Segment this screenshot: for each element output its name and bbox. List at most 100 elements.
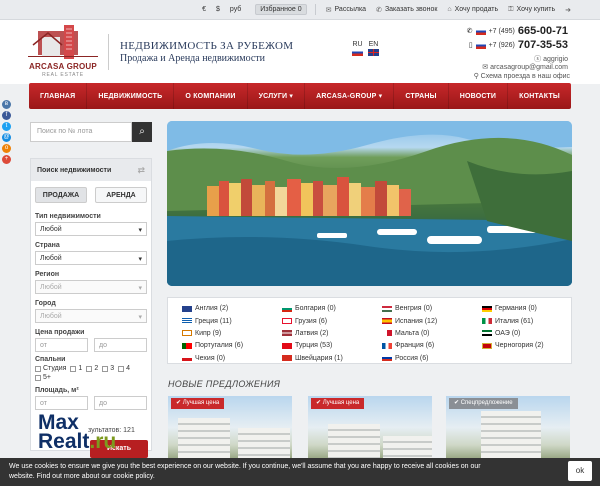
country-link[interactable]: Англия (2): [182, 304, 282, 313]
flag-icon: [482, 342, 492, 349]
country-link[interactable]: Греция (11): [182, 316, 282, 325]
room-1[interactable]: 1: [70, 365, 82, 372]
exchange-icon[interactable]: ⇄: [137, 165, 145, 176]
property-card[interactable]: ✔ Лучшая цена: [308, 396, 432, 466]
favorites-button[interactable]: Избранное 0: [255, 4, 307, 15]
country-link[interactable]: Чехия (0): [182, 354, 282, 363]
region-select[interactable]: Любой ▾: [35, 280, 147, 294]
social-share: в f t @ o +: [2, 100, 11, 166]
country-link[interactable]: Черногория (2): [482, 341, 572, 350]
phone-2[interactable]: ▯ +7 (926) 707-35-53: [469, 39, 568, 51]
currency-dollar[interactable]: $: [216, 6, 220, 13]
nav-news[interactable]: НОВОСТИ: [449, 83, 509, 109]
best-price-badge: ✔ Лучшая цена: [311, 398, 365, 409]
room-4[interactable]: 4: [118, 365, 130, 372]
search-button[interactable]: ⌕: [132, 122, 152, 142]
room-3[interactable]: 3: [102, 365, 114, 372]
lang-en[interactable]: EN: [368, 41, 379, 56]
area-to-input[interactable]: до: [94, 396, 147, 410]
check-icon: ✔: [176, 400, 183, 406]
twitter-icon[interactable]: t: [2, 122, 11, 131]
country-link[interactable]: Латвия (2): [282, 329, 382, 338]
country-link[interactable]: Мальта (0): [382, 329, 482, 338]
country-link[interactable]: Россия (6): [382, 354, 482, 363]
login-link[interactable]: ➜: [565, 6, 574, 14]
checkbox[interactable]: [35, 365, 41, 372]
cookie-policy-link[interactable]: website. Find out more about our cookie …: [9, 472, 591, 482]
lang-ru[interactable]: RU: [352, 41, 363, 56]
country-link[interactable]: Болгария (0): [282, 304, 382, 313]
currency-rub[interactable]: руб: [230, 6, 241, 13]
facebook-icon[interactable]: f: [2, 111, 11, 120]
tab-rent[interactable]: АРЕНДА: [95, 187, 147, 203]
nav-home[interactable]: ГЛАВНАЯ: [29, 83, 88, 109]
country-link[interactable]: Швейцария (1): [282, 354, 382, 363]
room-5-plus[interactable]: 5+: [35, 374, 51, 381]
tagline-sub: Продажа и Аренда недвижимости: [120, 53, 266, 64]
flag-icon: [182, 355, 192, 362]
country-link[interactable]: Франция (6): [382, 341, 482, 350]
country-link[interactable]: Португалия (6): [182, 341, 282, 350]
cookie-ok-button[interactable]: ok: [568, 461, 592, 481]
flag-icon: [182, 342, 192, 349]
nav-countries[interactable]: СТРАНЫ: [394, 83, 449, 109]
checkbox[interactable]: [86, 365, 93, 372]
email-link[interactable]: ✉ arcasagroup@gmail.com: [482, 63, 568, 71]
want-sell-link[interactable]: ⌂ Хочу продать: [447, 6, 498, 13]
type-select[interactable]: Любой ▾: [35, 222, 147, 236]
header: ARCASA GROUP REAL ESTATE НЕДВИЖИМОСТЬ ЗА…: [0, 20, 600, 84]
country-link[interactable]: ОАЭ (0): [482, 329, 572, 338]
country-link[interactable]: Венгрия (0): [382, 304, 482, 313]
home-icon: ⌂: [447, 6, 452, 13]
price-range: от до: [31, 336, 151, 352]
country-link[interactable]: Испания (12): [382, 316, 482, 325]
room-studio[interactable]: Студия: [35, 365, 66, 372]
nav-services[interactable]: УСЛУГИ ▾: [248, 83, 306, 109]
country-link[interactable]: Италия (61): [482, 316, 572, 325]
country-label: Страна: [35, 242, 60, 249]
phone-1[interactable]: ✆ +7 (495) 665-00-71: [467, 25, 568, 37]
favorites-count: 0: [297, 6, 302, 13]
mail-ru-icon[interactable]: @: [2, 133, 11, 142]
flag-icon: [382, 330, 392, 337]
odnoklassniki-icon[interactable]: o: [2, 144, 11, 153]
country-link[interactable]: Германия (0): [482, 304, 572, 313]
newsletter-link[interactable]: ✉ Рассылка: [326, 6, 366, 14]
map-link[interactable]: ⚲ Схема проезда в наш офис: [474, 72, 570, 80]
property-card[interactable]: ✔ Спецпредложение: [446, 396, 570, 466]
tab-sale[interactable]: ПРОДАЖА: [35, 187, 87, 203]
checkbox[interactable]: [35, 374, 41, 381]
currency-euro[interactable]: €: [202, 6, 206, 13]
bedrooms-options: Студия 1 2 3 4 5+: [31, 363, 151, 383]
region-label: Регион: [35, 271, 60, 278]
country-link[interactable]: Кипр (9): [182, 329, 282, 338]
country-link[interactable]: Грузия (6): [282, 316, 382, 325]
checkbox[interactable]: [102, 365, 109, 372]
best-price-badge: ✔ Лучшая цена: [171, 398, 225, 409]
room-2[interactable]: 2: [86, 365, 98, 372]
area-from-input[interactable]: от: [35, 396, 88, 410]
checkbox[interactable]: [118, 365, 125, 372]
country-select[interactable]: Любой ▾: [35, 251, 147, 265]
property-card[interactable]: ✔ Лучшая цена: [168, 396, 292, 466]
russia-flag-icon: [475, 27, 486, 35]
vk-icon[interactable]: в: [2, 100, 11, 109]
russia-flag-icon: [352, 49, 363, 56]
nav-arcasa-group[interactable]: ARCASA-GROUP ▾: [305, 83, 395, 109]
price-from-input[interactable]: от: [35, 338, 88, 352]
flag-icon: [282, 305, 292, 312]
country-link[interactable]: Турция (53): [282, 341, 382, 350]
checkbox[interactable]: [70, 365, 77, 372]
nav-realty[interactable]: НЕДВИЖИМОСТЬ: [87, 83, 175, 109]
top-bar: € $ руб Избранное 0 ✉ Рассылка ✆ Заказать …: [0, 0, 600, 20]
google-plus-icon[interactable]: +: [2, 155, 11, 164]
hero-banner-image[interactable]: [167, 121, 572, 286]
want-buy-link[interactable]: ⚿ Хочу купить: [508, 6, 555, 14]
nav-contacts[interactable]: КОНТАКТЫ: [508, 83, 571, 109]
price-to-input[interactable]: до: [94, 338, 147, 352]
city-select[interactable]: Любой ▾: [35, 309, 147, 323]
lot-search-input[interactable]: Поиск по № лота: [30, 122, 132, 142]
call-order-link[interactable]: ✆ Заказать звонок: [376, 6, 437, 14]
logo-subtitle: REAL ESTATE: [42, 72, 84, 78]
nav-about[interactable]: О КОМПАНИИ: [174, 83, 248, 109]
